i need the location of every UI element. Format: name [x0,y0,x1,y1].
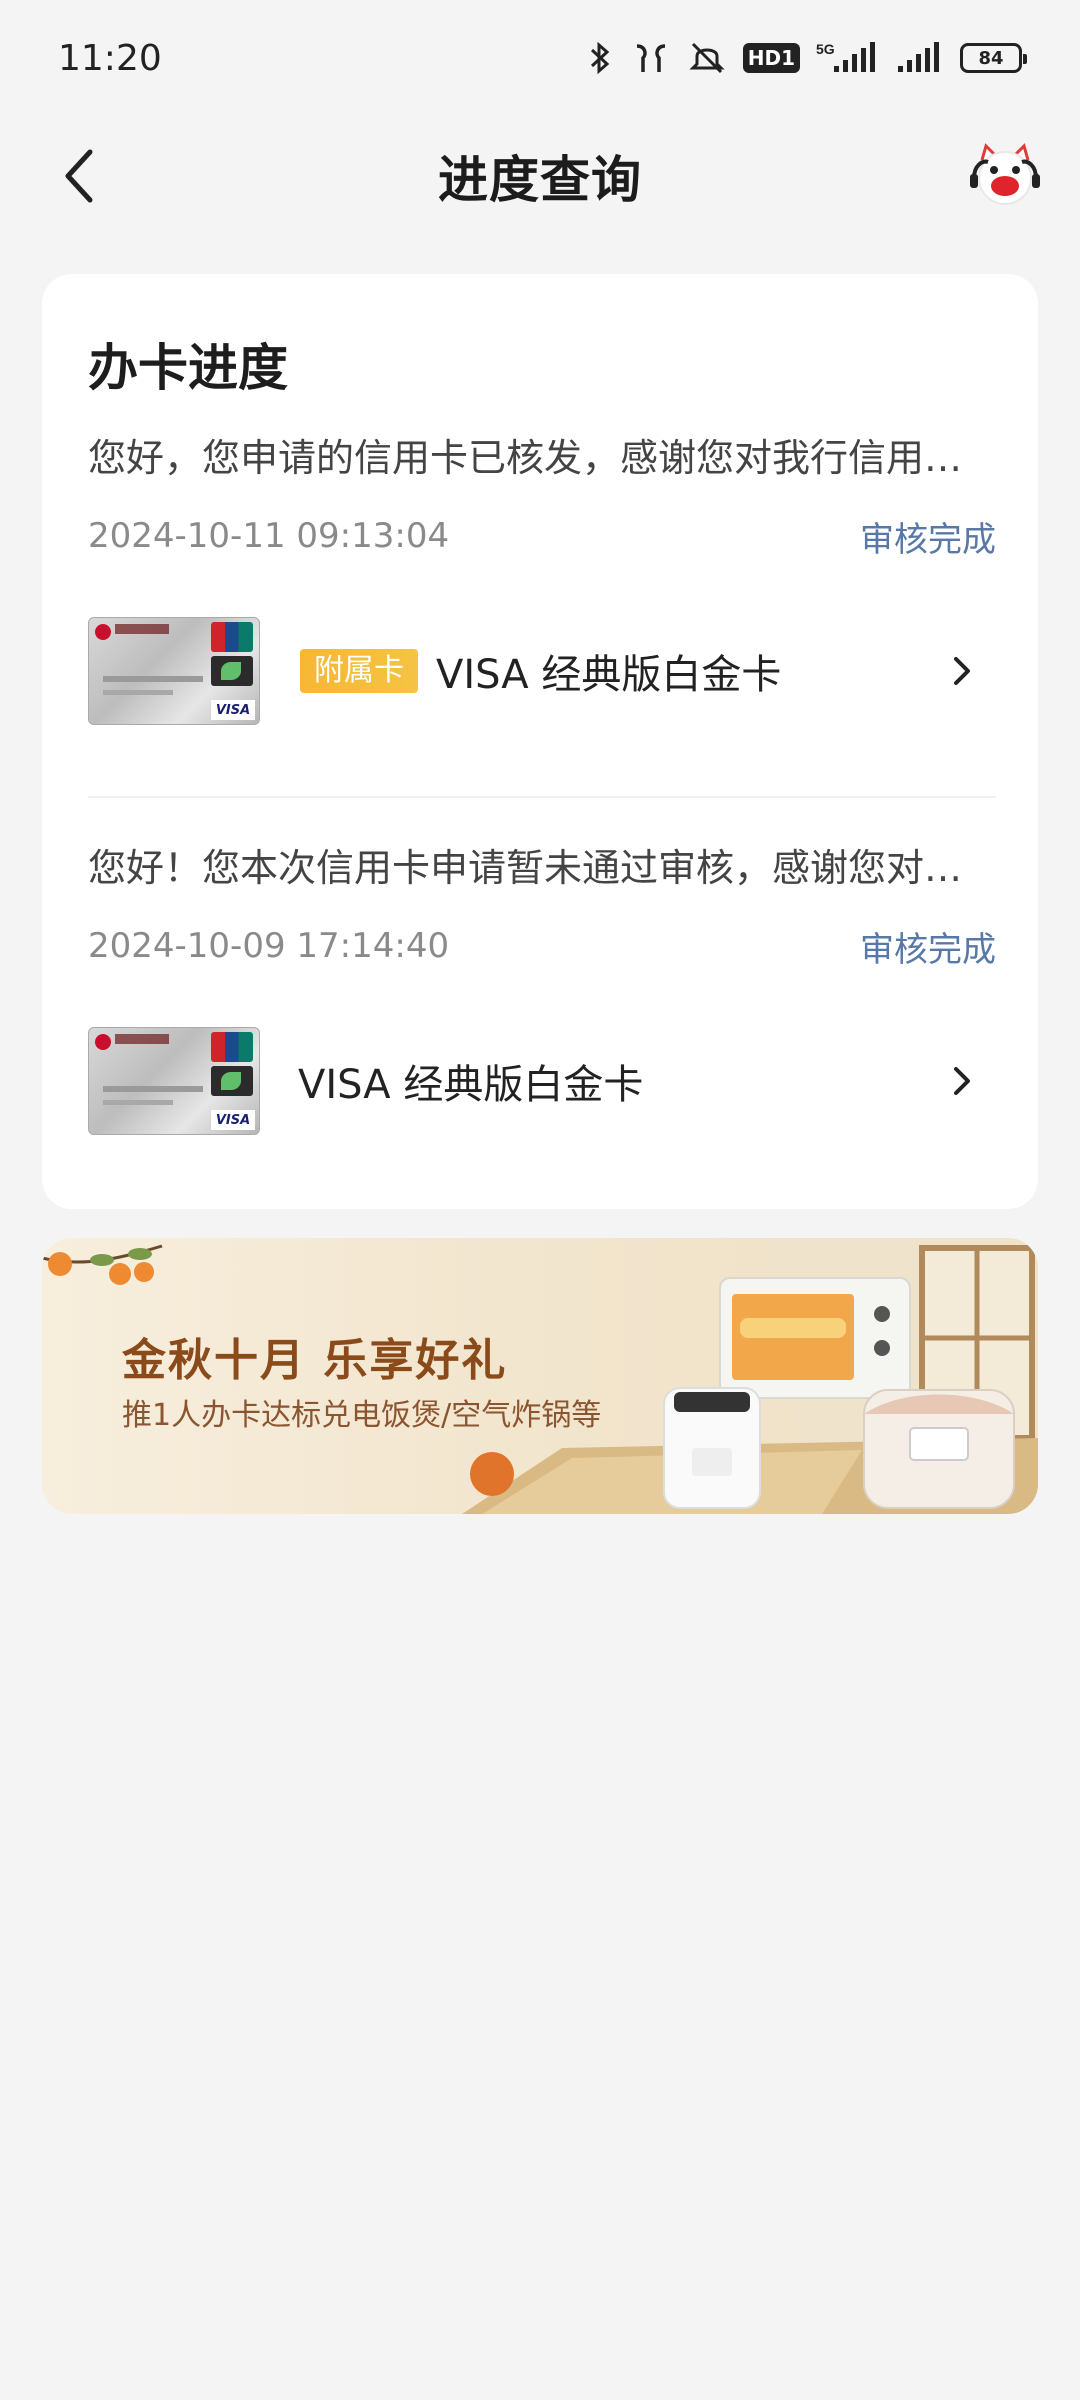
credit-card-image: VISA [88,1027,260,1135]
record-message: 您好！您本次信用卡申请暂未通过审核，感谢您对… [88,846,963,890]
divider [88,796,996,798]
record-message: 您好，您申请的信用卡已核发，感谢您对我行信用… [88,436,963,480]
mute-icon [689,42,725,74]
hd-badge: HD1 [742,43,800,73]
record-meta: 2024-10-09 17:14:40 审核完成 [88,922,996,970]
bluetooth-icon [590,41,609,75]
chevron-right-icon [954,1067,970,1095]
progress-record[interactable]: 您好！您本次信用卡申请暂未通过审核，感谢您对… 2024-10-09 17:14… [88,842,996,1136]
product-row[interactable]: VISA 附属卡 VISA 经典版白金卡 [88,616,996,726]
status-icons: HD1 5G 84 [585,40,1027,76]
banner-subtitle: 推1人办卡达标兑电饭煲/空气炸锅等 [122,1398,602,1433]
banner-title: 金秋十月 乐享好礼 [122,1335,508,1386]
credit-card-image: VISA [88,617,260,725]
earbuds-icon [636,44,665,72]
record-status: 审核完成 [860,929,996,970]
product-name: VISA 经典版白金卡 [298,1062,644,1108]
battery-indicator: 84 [960,43,1027,73]
mascot-service-icon[interactable] [968,140,1042,214]
record-date: 2024-10-11 09:13:04 [88,516,450,556]
record-status: 审核完成 [860,519,996,560]
record-date: 2024-10-09 17:14:40 [88,926,450,966]
product-name: VISA 经典版白金卡 [436,652,782,698]
signal-icon [898,42,939,72]
supplementary-card-badge: 附属卡 [300,649,418,693]
record-meta: 2024-10-11 09:13:04 审核完成 [88,512,996,560]
status-time: 11:20 [58,37,162,79]
battery-level: 84 [978,47,1004,69]
card-title: 办卡进度 [88,339,288,397]
chevron-left-icon[interactable] [56,146,104,206]
signal-5g-icon: 5G [816,41,875,72]
product-row[interactable]: VISA VISA 经典版白金卡 [88,1026,996,1136]
progress-card: 办卡进度 您好，您申请的信用卡已核发，感谢您对我行信用… 2024-10-11 … [42,274,1038,1209]
progress-record[interactable]: 您好，您申请的信用卡已核发，感谢您对我行信用… 2024-10-11 09:13… [88,432,996,726]
svg-text:5G: 5G [816,41,835,57]
page-title: 进度查询 [438,151,642,209]
status-bar: 11:20 HD1 5G 84 [0,0,1080,116]
header: 进度查询 [0,116,1080,236]
chevron-right-icon [954,657,970,685]
promo-banner[interactable]: 金秋十月 乐享好礼 推1人办卡达标兑电饭煲/空气炸锅等 [42,1238,1038,1514]
